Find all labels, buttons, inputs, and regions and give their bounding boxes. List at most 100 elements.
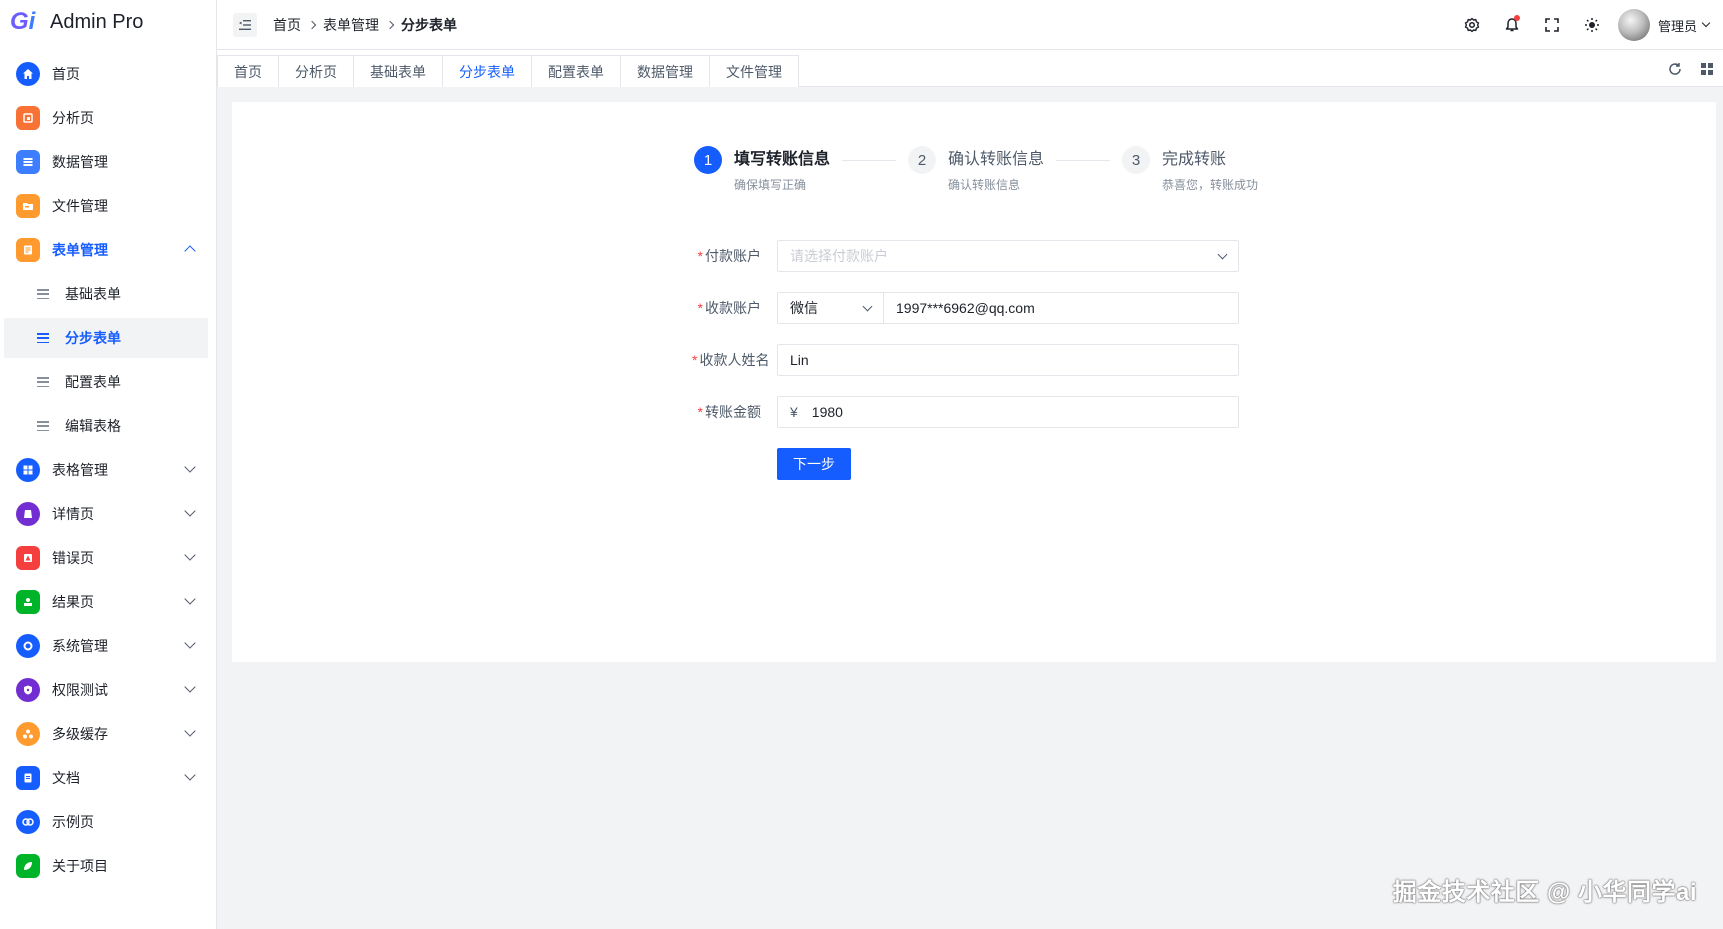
page-tabs: 首页 分析页 基础表单 分步表单 配置表单 数据管理 文件管理 [217,50,1723,87]
chevron-down-icon [862,301,873,311]
sidebar-item-permission[interactable]: 权限测试 [4,670,208,710]
form-row-receiver-name: * 收款人姓名 Lin [692,344,1239,376]
account-type-select[interactable]: 微信 [777,292,884,324]
next-step-button[interactable]: 下一步 [777,448,851,480]
sidebar-item-error[interactable]: 错误页 [4,538,208,578]
fullscreen-icon [1545,18,1559,32]
sidebar-item-label: 多级缓存 [52,726,108,742]
amount-input[interactable]: ¥ 1980 [777,396,1239,428]
required-mark: * [697,404,703,420]
sidebar-item-system[interactable]: 系统管理 [4,626,208,666]
sidebar-item-label: 首页 [52,66,80,82]
sidebar-item-form[interactable]: 表单管理 [4,230,208,270]
form-row-pay-account: * 付款账户 请选择付款账户 [692,240,1239,272]
chevron-right-icon [307,20,317,29]
chevron-right-icon [385,20,395,29]
sidebar-subitem-label: 编辑表格 [65,418,121,434]
grid-icon [1701,62,1713,75]
leaf-icon [16,854,40,878]
sidebar-item-label: 系统管理 [52,638,108,654]
gear-icon [16,634,40,658]
receiver-name-value: Lin [790,352,809,368]
sidebar-subitem-edit-table[interactable]: 编辑表格 [4,406,208,446]
chevron-down-icon [184,681,196,693]
sidebar-item-label: 结果页 [52,594,94,610]
sidebar-subitem-config-form[interactable]: 配置表单 [4,362,208,402]
chevron-down-icon[interactable] [1701,18,1711,28]
form-label: * 收款人姓名 [692,352,770,368]
sidebar-item-data[interactable]: 数据管理 [4,142,208,182]
refresh-button[interactable] [1659,53,1691,85]
sidebar-item-result[interactable]: 结果页 [4,582,208,622]
tabs-actions [1659,50,1723,87]
sidebar-subitem-basic-form[interactable]: 基础表单 [4,274,208,314]
settings-button[interactable] [1452,5,1492,45]
sidebar-subitem-step-form[interactable]: 分步表单 [4,318,208,358]
tab-data-management[interactable]: 数据管理 [620,55,710,87]
user-name[interactable]: 管理员 [1658,16,1697,35]
logo-icon: Gi [10,8,36,35]
step-connector [842,160,897,161]
chevron-down-icon [184,769,196,781]
menu-lines-icon [37,421,49,431]
form-label: * 付款账户 [697,248,761,264]
sidebar-item-analysis[interactable]: 分析页 [4,98,208,138]
step-3: 3 完成转账 恭喜您，转账成功 [1122,146,1258,193]
step-number: 1 [694,146,722,174]
breadcrumb-item[interactable]: 表单管理 [323,15,379,35]
chevron-down-icon [184,637,196,649]
form-row-receive-account: * 收款账户 微信 1997***6962@qq.com [692,292,1239,324]
sidebar-item-label: 关于项目 [52,858,108,874]
step-1: 1 填写转账信息 确保填写正确 [694,146,830,193]
breadcrumb-item-current: 分步表单 [401,16,457,33]
chevron-down-icon [184,505,196,517]
sidebar-subitem-label: 配置表单 [65,374,121,390]
sidebar-item-docs[interactable]: 文档 [4,758,208,798]
step-number: 3 [1122,146,1151,174]
tab-home[interactable]: 首页 [217,55,279,87]
step-number: 2 [908,146,937,174]
step-2: 2 确认转账信息 确认转账信息 [908,146,1044,193]
folder-icon [16,194,40,218]
sidebar-item-label: 文档 [52,770,80,786]
sidebar-item-label: 错误页 [52,550,94,566]
sidebar-item-about[interactable]: 关于项目 [4,846,208,886]
step-description: 确认转账信息 [948,178,1021,192]
logo[interactable]: Gi Admin Pro [0,0,216,44]
sidebar-item-label: 分析页 [52,110,94,126]
sidebar-item-home[interactable]: 首页 [4,54,208,94]
sidebar-item-label: 文件管理 [52,198,108,214]
tabs-menu-button[interactable] [1691,53,1723,85]
fullscreen-button[interactable] [1532,5,1572,45]
tab-analysis[interactable]: 分析页 [278,55,354,87]
tab-basic-form[interactable]: 基础表单 [353,55,443,87]
notifications-button[interactable] [1492,5,1532,45]
sidebar-item-cache[interactable]: 多级缓存 [4,714,208,754]
result-icon [16,590,40,614]
receiver-name-input[interactable]: Lin [777,344,1239,376]
sidebar-item-label: 权限测试 [52,682,108,698]
step-description: 确保填写正确 [734,178,807,192]
sidebar-item-files[interactable]: 文件管理 [4,186,208,226]
tab-config-form[interactable]: 配置表单 [531,55,621,87]
menu-lines-icon [37,289,49,299]
cache-icon [16,722,40,746]
receive-account-input[interactable]: 1997***6962@qq.com [884,292,1239,324]
breadcrumb-item[interactable]: 首页 [273,15,301,35]
chevron-down-icon [1217,249,1228,259]
sidebar-item-label: 示例页 [52,814,94,830]
menu-lines-icon [37,377,49,387]
sidebar-item-detail[interactable]: 详情页 [4,494,208,534]
avatar[interactable] [1617,9,1650,41]
collapse-sidebar-button[interactable] [233,12,257,37]
step-description: 恭喜您，转账成功 [1162,178,1259,192]
theme-toggle-button[interactable] [1572,5,1612,45]
pay-account-select[interactable]: 请选择付款账户 [777,240,1239,272]
tab-file-management[interactable]: 文件管理 [709,55,799,87]
chevron-up-icon [184,245,196,257]
sidebar-item-example[interactable]: 示例页 [4,802,208,842]
tab-step-form[interactable]: 分步表单 [442,55,532,87]
error-icon [16,546,40,570]
sidebar-item-table[interactable]: 表格管理 [4,450,208,490]
required-mark: * [692,352,698,368]
